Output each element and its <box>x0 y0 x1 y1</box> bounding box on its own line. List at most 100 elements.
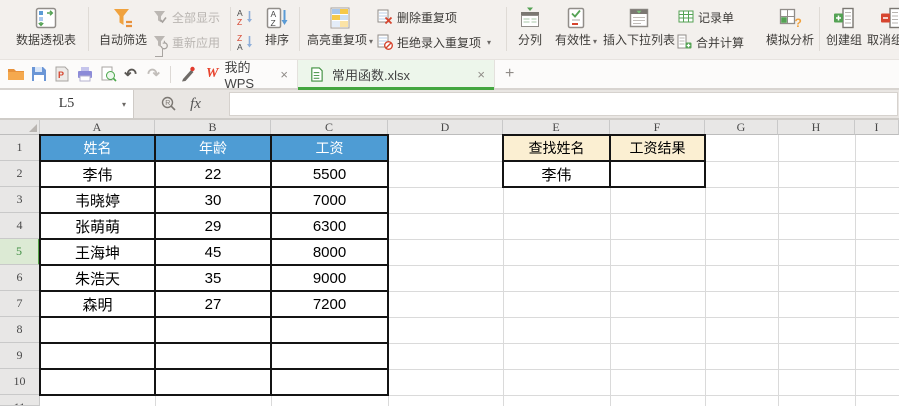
column-header-G[interactable]: G <box>705 120 778 135</box>
cell-A5[interactable]: 王海坤 <box>41 240 154 264</box>
ungroup-button[interactable]: 取消组合 <box>866 3 899 57</box>
print-button[interactable] <box>75 65 94 84</box>
pivot-table-button[interactable]: 数据透视表 <box>6 3 86 57</box>
new-tab-button[interactable]: + <box>495 60 524 88</box>
cell-B10[interactable] <box>156 370 270 394</box>
consolidate-button[interactable]: 合并计算 <box>676 31 744 53</box>
cell-C3[interactable]: 7000 <box>272 188 387 212</box>
row-header-1[interactable]: 1 <box>0 135 40 161</box>
what-if-analysis-button[interactable]: ?模拟分析 <box>763 3 817 57</box>
auto-filter-button[interactable]: 自动筛选 <box>94 3 152 57</box>
save-icon <box>30 65 48 83</box>
tab-my-wps[interactable]: W 我的WPS × <box>197 60 298 88</box>
cell-C5[interactable]: 8000 <box>272 240 387 264</box>
row-header-6[interactable]: 6 <box>0 265 40 291</box>
formula-input[interactable] <box>229 92 898 116</box>
cell-F1[interactable]: 工资结果 <box>611 136 704 160</box>
row-header-11[interactable]: 11 <box>0 395 40 406</box>
search-icon[interactable]: R <box>160 95 178 113</box>
create-group-button[interactable]: 创建组 <box>822 3 866 57</box>
column-header-E[interactable]: E <box>503 120 610 135</box>
cell-A1[interactable]: 姓名 <box>41 136 154 160</box>
column-header-F[interactable]: F <box>610 120 705 135</box>
save-button[interactable] <box>29 65 48 84</box>
cell-C4[interactable]: 6300 <box>272 214 387 238</box>
row-header-4[interactable]: 4 <box>0 213 40 239</box>
cell-B6[interactable]: 35 <box>156 266 270 290</box>
column-header-C[interactable]: C <box>271 120 388 135</box>
column-header-B[interactable]: B <box>155 120 271 135</box>
cell-B3[interactable]: 30 <box>156 188 270 212</box>
delete-duplicates-button[interactable]: 删除重复项 <box>377 6 457 28</box>
cell-C8[interactable] <box>272 318 387 342</box>
close-tab-icon[interactable]: × <box>280 67 288 82</box>
text-to-columns-button[interactable]: 分列 <box>510 3 550 57</box>
select-all-corner[interactable] <box>0 120 40 135</box>
validation-button[interactable]: 有效性▾ <box>551 3 601 57</box>
cell-E2[interactable]: 李伟 <box>504 162 609 186</box>
row-header-2[interactable]: 2 <box>0 161 40 187</box>
name-box[interactable]: L5 ▾ <box>0 90 134 118</box>
cell-B5[interactable]: 45 <box>156 240 270 264</box>
cell-A8[interactable] <box>41 318 154 342</box>
cell-C1[interactable]: 工资 <box>272 136 387 160</box>
cell-E1[interactable]: 查找姓名 <box>504 136 609 160</box>
close-tab-icon[interactable]: × <box>477 67 485 82</box>
cell-B7[interactable]: 27 <box>156 292 270 316</box>
sort-descending-button[interactable]: ZA <box>236 31 254 53</box>
cell-A6[interactable]: 朱浩天 <box>41 266 154 290</box>
row-header-9[interactable]: 9 <box>0 343 40 369</box>
svg-text:R: R <box>165 100 170 107</box>
undo-button[interactable]: ↶ <box>121 65 140 84</box>
show-all-button[interactable]: 全部显示 <box>152 6 220 28</box>
sort-icon: AZ <box>265 6 289 30</box>
svg-text:P: P <box>58 70 64 80</box>
cell-C7[interactable]: 7200 <box>272 292 387 316</box>
row-header-8[interactable]: 8 <box>0 317 40 343</box>
cell-B8[interactable] <box>156 318 270 342</box>
chevron-down-icon: ▾ <box>369 37 373 46</box>
print-preview-button[interactable] <box>98 65 117 84</box>
gridline <box>855 135 856 406</box>
tab-document[interactable]: 常用函数.xlsx × <box>298 60 495 88</box>
column-header-A[interactable]: A <box>40 120 155 135</box>
column-header-I[interactable]: I <box>855 120 899 135</box>
cell-A2[interactable]: 李伟 <box>41 162 154 186</box>
row-header-3[interactable]: 3 <box>0 187 40 213</box>
cell-F2[interactable] <box>611 162 704 186</box>
export-pdf-button[interactable]: P <box>52 65 71 84</box>
redo-icon: ↷ <box>147 65 160 84</box>
cell-C6[interactable]: 9000 <box>272 266 387 290</box>
cell-A7[interactable]: 森明 <box>41 292 154 316</box>
fx-icon[interactable]: fx <box>190 96 201 113</box>
row-header-5[interactable]: 5 <box>0 239 40 265</box>
cell-B2[interactable]: 22 <box>156 162 270 186</box>
redo-button[interactable]: ↷ <box>144 65 163 84</box>
cell-A10[interactable] <box>41 370 154 394</box>
cell-A4[interactable]: 张萌萌 <box>41 214 154 238</box>
highlight-duplicates-button[interactable]: 高亮重复项▾ <box>303 3 377 57</box>
cell-B4[interactable]: 29 <box>156 214 270 238</box>
record-form-button[interactable]: 记录单 <box>678 6 734 28</box>
cell-C9[interactable] <box>272 344 387 368</box>
sort-ascending-button[interactable]: AZ <box>236 6 254 28</box>
reapply-button[interactable]: 重新应用 <box>152 31 220 53</box>
chevron-down-icon: ▾ <box>487 38 491 47</box>
ungroup-icon <box>879 6 899 30</box>
cell-A9[interactable] <box>41 344 154 368</box>
reject-duplicates-button[interactable]: 拒绝录入重复项▾ <box>377 31 491 53</box>
cell-B9[interactable] <box>156 344 270 368</box>
customize-toolbar-button[interactable] <box>178 65 197 84</box>
cell-A3[interactable]: 韦晓婷 <box>41 188 154 212</box>
row-header-7[interactable]: 7 <box>0 291 40 317</box>
sort-button[interactable]: AZ排序 <box>256 3 298 57</box>
insert-dropdown-list-button[interactable]: 插入下拉列表 <box>601 3 677 57</box>
row-header-10[interactable]: 10 <box>0 369 40 395</box>
cell-C10[interactable] <box>272 370 387 394</box>
open-file-button[interactable] <box>6 65 25 84</box>
name-box-dropdown-icon[interactable]: ▾ <box>122 100 126 109</box>
column-header-H[interactable]: H <box>778 120 855 135</box>
cell-C2[interactable]: 5500 <box>272 162 387 186</box>
cell-B1[interactable]: 年龄 <box>156 136 270 160</box>
column-header-D[interactable]: D <box>388 120 503 135</box>
